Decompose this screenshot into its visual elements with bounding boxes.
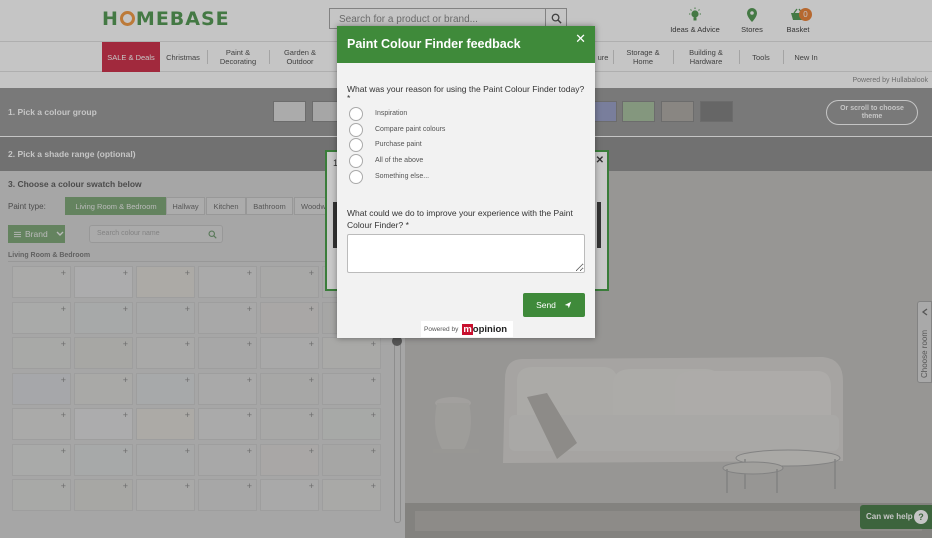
send-button[interactable]: Send bbox=[523, 293, 585, 317]
radio-button[interactable] bbox=[349, 170, 363, 184]
option-purchase[interactable]: Purchase paint bbox=[349, 138, 549, 152]
option-label: Purchase paint bbox=[375, 141, 422, 148]
question-reason: What was your reason for using the Paint… bbox=[347, 84, 585, 103]
mopinion-credit[interactable]: Powered by mopinion bbox=[421, 321, 513, 337]
option-label: Inspiration bbox=[375, 110, 408, 117]
mopinion-logo-mark: m bbox=[462, 323, 473, 335]
close-icon[interactable]: ✕ bbox=[575, 31, 586, 47]
option-something-else[interactable]: Something else... bbox=[349, 170, 549, 184]
feedback-modal: Paint Colour Finder feedback ✕ What was … bbox=[337, 26, 595, 338]
radio-button[interactable] bbox=[349, 138, 363, 152]
option-label: Something else... bbox=[375, 173, 430, 180]
mopinion-logo-text: opinion bbox=[472, 323, 508, 335]
mopinion-logo: mopinion bbox=[462, 323, 508, 335]
question-improve: What could we do to improve your experie… bbox=[347, 208, 573, 230]
modal-header: Paint Colour Finder feedback ✕ bbox=[337, 26, 595, 63]
option-compare[interactable]: Compare paint colours bbox=[349, 123, 549, 137]
modal-title: Paint Colour Finder feedback bbox=[347, 37, 521, 51]
radio-button[interactable] bbox=[349, 154, 363, 168]
option-label: All of the above bbox=[375, 157, 424, 164]
powered-by-label: Powered by bbox=[424, 325, 459, 333]
dialog-edge-right bbox=[597, 202, 601, 248]
send-label: Send bbox=[536, 300, 556, 310]
close-icon[interactable]: ✕ bbox=[596, 155, 604, 166]
radio-button[interactable] bbox=[349, 123, 363, 137]
improvement-textarea[interactable] bbox=[347, 234, 585, 273]
option-label: Compare paint colours bbox=[375, 126, 446, 133]
radio-button[interactable] bbox=[349, 107, 363, 121]
send-icon bbox=[564, 301, 572, 309]
option-all[interactable]: All of the above bbox=[349, 154, 549, 168]
option-inspiration[interactable]: Inspiration bbox=[349, 107, 549, 121]
